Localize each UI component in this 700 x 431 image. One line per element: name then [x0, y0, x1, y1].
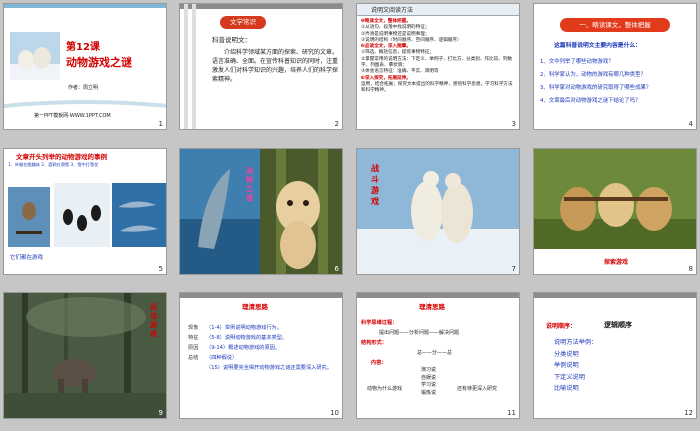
slide-4-questions: 1、文中列举了哪些动物游戏？ 2、科学家认为，动物的游戏有哪几种类型？ 3、科学…	[540, 56, 696, 108]
example-item: 1、叶猴在跳蹦床	[8, 162, 40, 167]
slide-number: 7	[511, 265, 516, 273]
monkey-image	[8, 187, 50, 247]
question-item: 1、文中列举了哪些动物游戏？	[540, 59, 614, 65]
slide-8-caption: 探索游戏	[604, 259, 629, 266]
slide-11-label-structure: 结构形式：	[361, 340, 387, 346]
method-item: 说明方法举例：	[554, 339, 598, 346]
slide-3-content: ❶略读全文，整体把握。 ①从语句、段落中找说明的特征； ②弄清是说明事物还是说明…	[361, 19, 517, 95]
slide-number: 9	[158, 409, 163, 417]
slide-10-items: （1-4）举例说明动物游戏行为。 （5-8）说明动物游戏的基本类型。 （9-14…	[206, 323, 340, 373]
slide-3[interactable]: 说明文阅读方法 ❶略读全文，整体把握。 ①从语句、段落中找说明的特征； ②弄清是…	[356, 3, 520, 130]
slide-9[interactable]: 运动游戏 9	[3, 292, 167, 419]
slide-12-top-bar	[534, 293, 696, 298]
slide-8[interactable]: 探索游戏 8	[533, 148, 697, 275]
slide-11-topic: 动物为什么游戏	[367, 386, 403, 392]
slide-2-heading: 科普说明文：	[212, 36, 251, 44]
slide-10[interactable]: 理清思路 现象 特征 原因 总结 （1-4）举例说明动物游戏行为。 （5-8）说…	[179, 292, 343, 419]
slide-5-examples: 1、叶猴在跳蹦床 2、渡鸦在滑雪 3、雪中打雪仗	[8, 162, 166, 168]
question-item: 3、科学家对动物游戏的研究取得了哪些成果？	[540, 85, 652, 91]
slide-4-heading: 这篇科普说明文主要内容是什么：	[554, 43, 641, 49]
slide-6[interactable]: 动物之谜 6	[179, 148, 343, 275]
slide-2-body: 介绍科学领域某方面的探索、研究的文章。语言准确、全面。在宣传科普知识的同时，注重…	[212, 49, 339, 83]
slide-number: 2	[334, 120, 339, 128]
method-item: 分类说明	[554, 350, 579, 358]
elephant-photo	[4, 293, 166, 418]
polar-bears-photo	[357, 149, 519, 274]
method-item: 比喻说明	[554, 385, 579, 392]
slide-5[interactable]: 文章开头列举的动物游戏的事例 1、叶猴在跳蹦床 2、渡鸦在滑雪 3、雪中打雪仗 …	[3, 148, 167, 275]
slide-11-structure: 总——分——总	[417, 350, 453, 356]
penguins-image	[54, 183, 110, 247]
slide-4[interactable]: 一、略读课文，整体把握 这篇科普说明文主要内容是什么： 1、文中列举了哪些动物游…	[533, 3, 697, 130]
slide-1-author: 作者：周立明	[68, 85, 99, 91]
slide-1-title: 动物游戏之谜	[66, 56, 132, 69]
slide-5-caption: 它们都在游戏	[10, 255, 44, 261]
outline-item: （5-8）说明动物游戏的基本类型。	[206, 335, 288, 341]
question-item: 4、文章最后对动物游戏之谜下结论了吗？	[540, 98, 641, 104]
slide-1[interactable]: 第12课 动物游戏之谜 作者：周立明 第一PPT模板网-WWW.1PPT.COM…	[3, 3, 167, 130]
side-label: 特征	[188, 335, 199, 341]
slide-10-side-labels: 现象 特征 原因 总结	[188, 323, 200, 363]
slide-number: 8	[688, 265, 693, 273]
slide-10-top-bar	[180, 293, 342, 298]
slide-11-note: 还有待更深入研究	[457, 386, 498, 392]
method-line: ②掌握常用的说明方法：下定义、举例子、打比方、分类别、作比较、列数字、列图表、摹…	[361, 56, 513, 69]
slide-sorter: 第12课 动物游戏之谜 作者：周立明 第一PPT模板网-WWW.1PPT.COM…	[0, 0, 700, 431]
slide-2-top-bar	[180, 4, 342, 9]
slide-number: 5	[158, 265, 163, 273]
slide-number: 4	[688, 120, 693, 128]
question-item: 2、科学家认为，动物的游戏有哪几种类型？	[540, 72, 646, 78]
slide-9-overlay: 运动游戏	[150, 303, 157, 338]
slide-7-overlay: 战斗游戏	[371, 164, 379, 206]
hypothesis-item: 学习说	[421, 382, 437, 388]
slide-11-label-thinking: 科学思维过程：	[361, 320, 398, 326]
hypothesis-item: 锻炼说	[421, 389, 437, 396]
side-label: 总结	[188, 355, 199, 361]
slide-5-title: 文章开头列举的动物游戏的事例	[16, 153, 107, 161]
method-item: 下定义说明	[554, 373, 585, 381]
side-label: 现象	[188, 325, 199, 331]
slide-10-title: 理清思路	[242, 303, 268, 311]
outline-item: （1-4）举例说明动物游戏行为。	[206, 325, 282, 331]
slide-12-methods: 说明方法举例： 分类说明 举例说明 下定义说明 比喻说明	[554, 337, 694, 395]
slide-11-top-bar	[357, 293, 519, 298]
slide-11[interactable]: 理清思路 科学思维过程： 提出问题——分析问题——解决问题 结构形式： 总——分…	[356, 292, 520, 419]
side-label: 原因	[188, 345, 199, 351]
slide-number: 6	[334, 265, 339, 273]
slide-1-footer: 第一PPT模板网-WWW.1PPT.COM	[34, 113, 111, 119]
slide-number: 3	[511, 120, 516, 128]
slide-number: 10	[330, 409, 339, 417]
slide-4-banner: 一、略读课文，整体把握	[560, 18, 670, 32]
slide-1-lesson: 第12课	[66, 42, 100, 53]
slide-number: 12	[684, 409, 693, 417]
slide-2-badge: 文学常识	[220, 16, 266, 29]
slide-7[interactable]: 战斗游戏 7	[356, 148, 520, 275]
slide-number: 1	[158, 120, 163, 128]
slide-11-hypotheses: 演习说 自娱说 学习说 锻炼说	[421, 367, 436, 397]
slide-3-title: 说明文阅读方法	[371, 7, 414, 14]
slide-12-order: 逻辑顺序	[604, 321, 632, 329]
dolphin-puppy-photo	[180, 149, 342, 274]
outline-item: （15）说明要完全揭开动物游戏之谜还需要深入研究。	[206, 365, 332, 371]
slide-2-side-stripe	[192, 4, 196, 129]
example-item: 2、渡鸦在滑雪	[41, 162, 70, 167]
slide-12[interactable]: 说明顺序： 逻辑顺序 说明方法举例： 分类说明 举例说明 下定义说明 比喻说明 …	[533, 292, 697, 419]
outline-item: （9-14）概述动物游戏的原因。	[206, 345, 281, 351]
slide-2-side-stripe	[184, 4, 188, 129]
outline-item: （四种假说）	[206, 355, 238, 361]
slide-2[interactable]: 文学常识 科普说明文： 介绍科学领域某方面的探索、研究的文章。语言准确、全面。在…	[179, 3, 343, 130]
method-line: 运用，结合拓展；探究文本提出的科学精神，感悟科学思想，学习科学方法和科学精神。	[361, 81, 513, 94]
slide-11-flow: 提出问题——分析问题——解决问题	[379, 330, 460, 336]
example-item: 3、雪中打雪仗	[70, 162, 99, 167]
slide-6-overlay: 动物之谜	[246, 167, 253, 202]
hypothesis-item: 自娱说	[421, 374, 437, 381]
hypothesis-item: 演习说	[421, 367, 437, 373]
method-item: 举例说明	[554, 362, 579, 369]
slide-11-title: 理清思路	[419, 303, 445, 311]
slide-11-label-content: 内容：	[371, 360, 387, 366]
slide-12-label: 说明顺序：	[546, 323, 577, 330]
dolphins-image	[112, 183, 166, 247]
slide-number: 11	[507, 409, 516, 417]
